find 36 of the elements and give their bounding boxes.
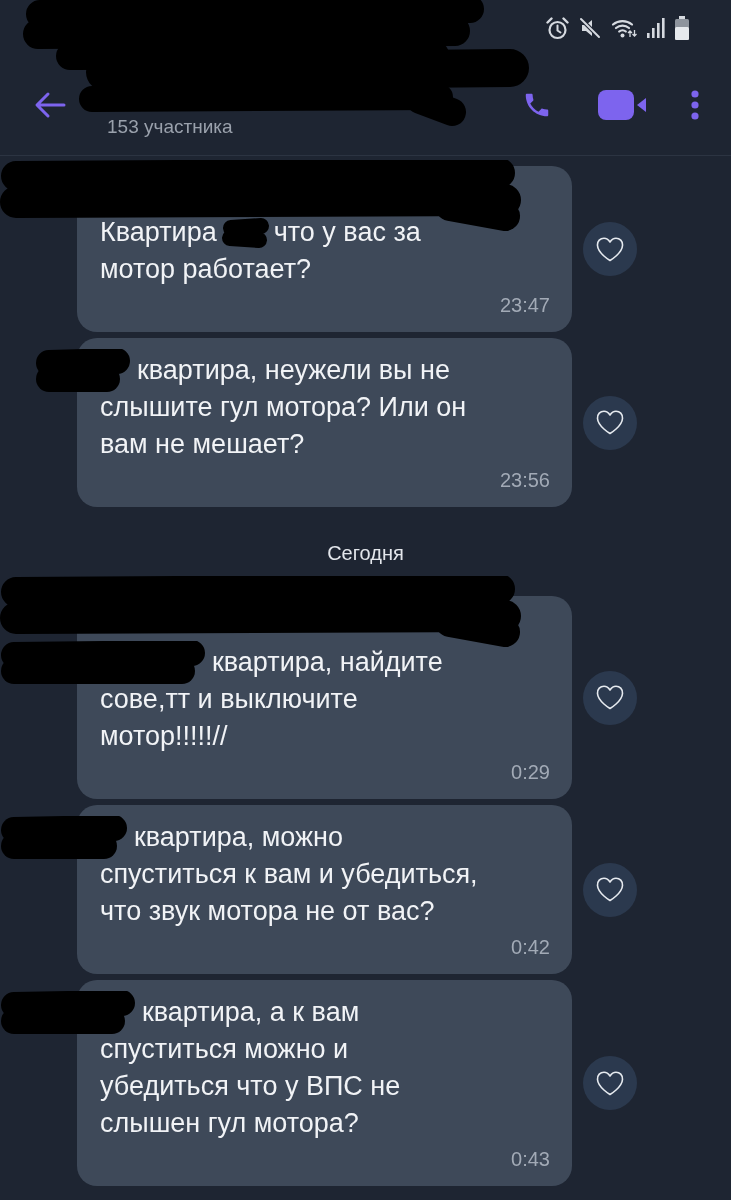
message-text: спуститься можно и убедиться что у ВПС не слышен гул мотора? <box>100 1033 402 1140</box>
heart-icon <box>596 1070 624 1096</box>
like-button[interactable] <box>583 670 637 725</box>
message-text: квартира, найдите <box>212 646 443 679</box>
mute-icon <box>579 17 601 39</box>
message-time: 0:29 <box>511 760 550 785</box>
message-text: сове,тт и выключите мотор!!!!!// <box>100 683 359 753</box>
more-dots-icon <box>691 90 699 120</box>
message-text: квартира, можно <box>134 821 344 854</box>
heart-icon <box>596 410 624 435</box>
participants-count: 153 участника <box>107 116 234 138</box>
message-text: мотор работает? <box>100 253 313 286</box>
message-time: 0:42 <box>511 935 550 960</box>
like-button[interactable] <box>583 222 637 276</box>
back-arrow-icon <box>34 91 66 119</box>
video-camera-icon <box>598 90 646 120</box>
message-text: квартира, неужели вы не <box>137 354 450 387</box>
message-text: что у вас за <box>273 216 421 249</box>
signal-icon <box>647 18 665 38</box>
message-text: квартира, а к вам <box>142 996 360 1029</box>
battery-icon <box>675 16 689 40</box>
like-button[interactable] <box>583 862 637 917</box>
message-time: 23:47 <box>499 293 550 318</box>
message-text: спуститься к вам и убедиться, что звук мотора не от вас? <box>100 858 479 928</box>
message-time: 0:43 <box>511 1147 550 1172</box>
message-time: 23:56 <box>499 468 550 493</box>
message-text: слышите гул мотора? Или он вам не мешает? <box>100 391 468 461</box>
heart-icon <box>596 236 624 262</box>
like-button[interactable] <box>583 395 637 450</box>
alarm-icon <box>546 16 569 40</box>
like-button[interactable] <box>583 1056 637 1110</box>
wifi-icon <box>611 17 637 39</box>
heart-icon <box>596 685 624 710</box>
heart-icon <box>596 877 624 902</box>
message-text: Квартира <box>100 216 217 249</box>
date-separator: Сегодня <box>327 541 404 565</box>
